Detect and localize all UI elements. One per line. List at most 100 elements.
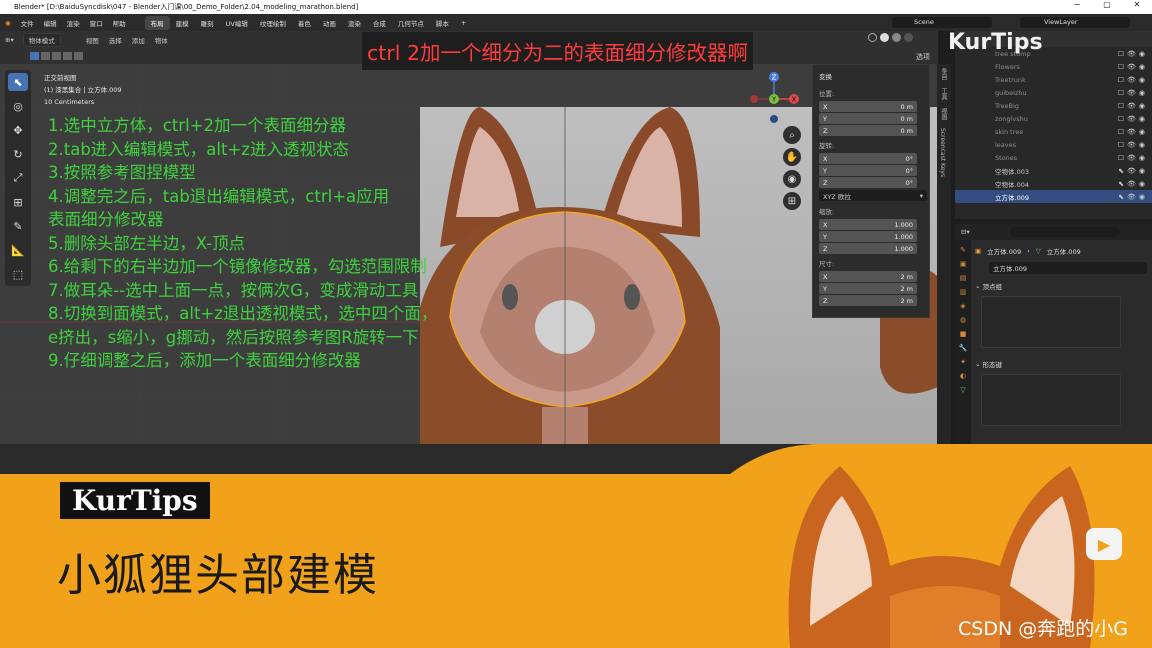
visibility-icons[interactable]: ☐👁◉ [1118, 63, 1148, 71]
outliner-item[interactable]: guibeizhu ☐👁◉ [955, 86, 1152, 99]
scale-x-field[interactable]: X 1.000 [819, 219, 917, 230]
physics-tab-icon[interactable]: ◐ [960, 372, 966, 380]
menu-help[interactable]: 帮助 [108, 18, 131, 28]
transform-header[interactable]: 变换 [813, 65, 929, 85]
shape-keys-list[interactable] [981, 374, 1121, 426]
tab-geometry-nodes[interactable]: 几何节点 [392, 16, 430, 30]
tab-shading[interactable]: 着色 [292, 16, 317, 30]
mode-dropdown[interactable]: 物体模式 [22, 32, 61, 47]
tab-texture-paint[interactable]: 纹理绘制 [254, 16, 292, 30]
shading-buttons[interactable] [868, 33, 913, 42]
camera-icon[interactable]: ◉ [783, 170, 801, 188]
visibility-icons[interactable]: ⬉👁◉ [1118, 180, 1148, 188]
rotation-y-field[interactable]: Y 0° [819, 165, 917, 176]
cursor-tool-icon[interactable]: ◎ [8, 97, 28, 115]
outliner-item[interactable]: 空物体.003 ⬉👁◉ [955, 164, 1152, 177]
location-z-field[interactable]: Z0 m [819, 125, 917, 136]
rotate-tool-icon[interactable]: ↻ [8, 145, 28, 163]
material-preview-icon[interactable] [892, 33, 901, 42]
menu-file[interactable]: 文件 [16, 18, 39, 28]
mesh-name-field[interactable]: 立方体.009 [989, 262, 1147, 274]
menu-add[interactable]: 添加 [127, 35, 150, 45]
outliner-item[interactable]: skin tree ☐👁◉ [955, 125, 1152, 138]
scene-tab-icon[interactable]: ◈ [960, 302, 965, 310]
visibility-icons[interactable]: ☐👁◉ [1118, 89, 1148, 97]
visibility-icons[interactable]: ☐👁◉ [1118, 154, 1148, 162]
outliner-item[interactable]: Flowers ☐👁◉ [955, 60, 1152, 73]
solid-shading-icon[interactable] [880, 33, 889, 42]
tab-item[interactable]: 条目 [937, 64, 950, 84]
dimensions-y-field[interactable]: Y2 m [819, 283, 917, 294]
dimensions-x-field[interactable]: X2 m [819, 271, 917, 282]
tool-tab-icon[interactable]: ✎ [960, 246, 966, 254]
grid-icon[interactable]: ⊞ [783, 192, 801, 210]
move-tool-icon[interactable]: ✥ [8, 121, 28, 139]
visibility-icons[interactable]: ⬉👁◉ [1118, 167, 1148, 175]
annotate-tool-icon[interactable]: ✎ [8, 217, 28, 235]
outliner-item-selected[interactable]: 立方体.009 ⬉👁◉ [955, 190, 1152, 203]
maximize-button[interactable]: ▢ [1092, 0, 1122, 9]
rotation-mode-dropdown[interactable]: XYZ 欧拉 ▾ [819, 190, 927, 201]
outliner-item[interactable]: 空物体.004 ⬉👁◉ [955, 177, 1152, 190]
measure-tool-icon[interactable]: 📐 [8, 241, 28, 259]
data-tab-icon[interactable]: ▽ [960, 386, 965, 394]
visibility-icons[interactable]: ⬉👁◉ [1118, 193, 1148, 201]
object-tab-icon[interactable]: ■ [960, 330, 967, 338]
outliner-item[interactable]: Treetrunk ☐👁◉ [955, 73, 1152, 86]
zoom-icon[interactable]: ⌕ [783, 126, 801, 144]
menu-edit[interactable]: 编辑 [39, 18, 62, 28]
tab-animation[interactable]: 动画 [317, 16, 342, 30]
vertex-groups-list[interactable] [981, 296, 1121, 348]
location-y-field[interactable]: Y0 m [819, 113, 917, 124]
tab-screencast-keys[interactable]: Screencast Keys [937, 124, 948, 181]
view-layer-selector[interactable]: ViewLayer [1020, 17, 1130, 28]
output-tab-icon[interactable]: ▤ [960, 274, 967, 282]
dimensions-z-field[interactable]: Z2 m [819, 295, 917, 306]
outliner-item[interactable]: Stones ☐👁◉ [955, 151, 1152, 164]
add-workspace-button[interactable]: + [455, 17, 472, 29]
visibility-icons[interactable]: ☐👁◉ [1118, 128, 1148, 136]
scale-z-field[interactable]: Z 1.000 [819, 243, 917, 254]
visibility-icons[interactable]: ☐👁◉ [1118, 115, 1148, 123]
minimize-button[interactable]: − [1062, 0, 1092, 9]
tab-rendering[interactable]: 渲染 [342, 16, 367, 30]
scale-y-field[interactable]: Y 1.000 [819, 231, 917, 242]
editor-type-icon[interactable]: ⊟▾ [961, 228, 970, 236]
visibility-icons[interactable]: ☐👁◉ [1118, 102, 1148, 110]
menu-object[interactable]: 物体 [150, 35, 173, 45]
outliner-item[interactable]: zonglvshu ☐👁◉ [955, 112, 1152, 125]
tab-sculpting[interactable]: 雕刻 [195, 16, 220, 30]
vertex-groups-header[interactable]: ⌄ 顶点组 [975, 280, 1147, 292]
shape-keys-header[interactable]: ⌄ 形态键 [975, 358, 1147, 370]
scene-selector[interactable]: Scene [892, 17, 992, 28]
blender-logo-icon[interactable]: ◉ [0, 19, 16, 27]
outliner-item[interactable]: leaves ☐👁◉ [955, 138, 1152, 151]
select-mode-icons[interactable] [30, 52, 83, 60]
render-tab-icon[interactable]: ▣ [960, 260, 967, 268]
world-tab-icon[interactable]: ◍ [960, 316, 966, 324]
visibility-icons[interactable]: ☐👁◉ [1118, 50, 1148, 58]
tab-compositing[interactable]: 合成 [367, 16, 392, 30]
view-layer-tab-icon[interactable]: ▥ [960, 288, 967, 296]
select-tool-icon[interactable]: ⬉ [8, 73, 28, 91]
outliner-item[interactable]: TreeBig ☐👁◉ [955, 99, 1152, 112]
menu-select[interactable]: 选择 [104, 35, 127, 45]
properties-search-input[interactable] [1009, 227, 1120, 237]
rotation-x-field[interactable]: X 0° [819, 153, 917, 164]
modifier-tab-icon[interactable]: 🔧 [959, 344, 968, 352]
menu-view[interactable]: 视图 [81, 35, 104, 45]
tab-tool[interactable]: 工具 [937, 84, 950, 104]
tab-view[interactable]: 视图 [937, 104, 950, 124]
pan-hand-icon[interactable]: ✋ [783, 148, 801, 166]
navigation-gizmo[interactable]: Z Y X [744, 70, 804, 130]
tab-layout[interactable]: 布局 [144, 15, 170, 30]
menu-render[interactable]: 渲染 [62, 18, 85, 28]
tab-scripting[interactable]: 脚本 [430, 16, 455, 30]
tab-uv-editing[interactable]: UV编辑 [220, 16, 254, 30]
rendered-icon[interactable] [904, 33, 913, 42]
rotation-z-field[interactable]: Z 0° [819, 177, 917, 188]
tab-modeling[interactable]: 建模 [170, 16, 195, 30]
editor-type-icon[interactable]: ⊕▾ [0, 36, 19, 44]
transform-tool-icon[interactable]: ⊞ [8, 193, 28, 211]
add-cube-tool-icon[interactable]: ⬚ [8, 265, 28, 283]
